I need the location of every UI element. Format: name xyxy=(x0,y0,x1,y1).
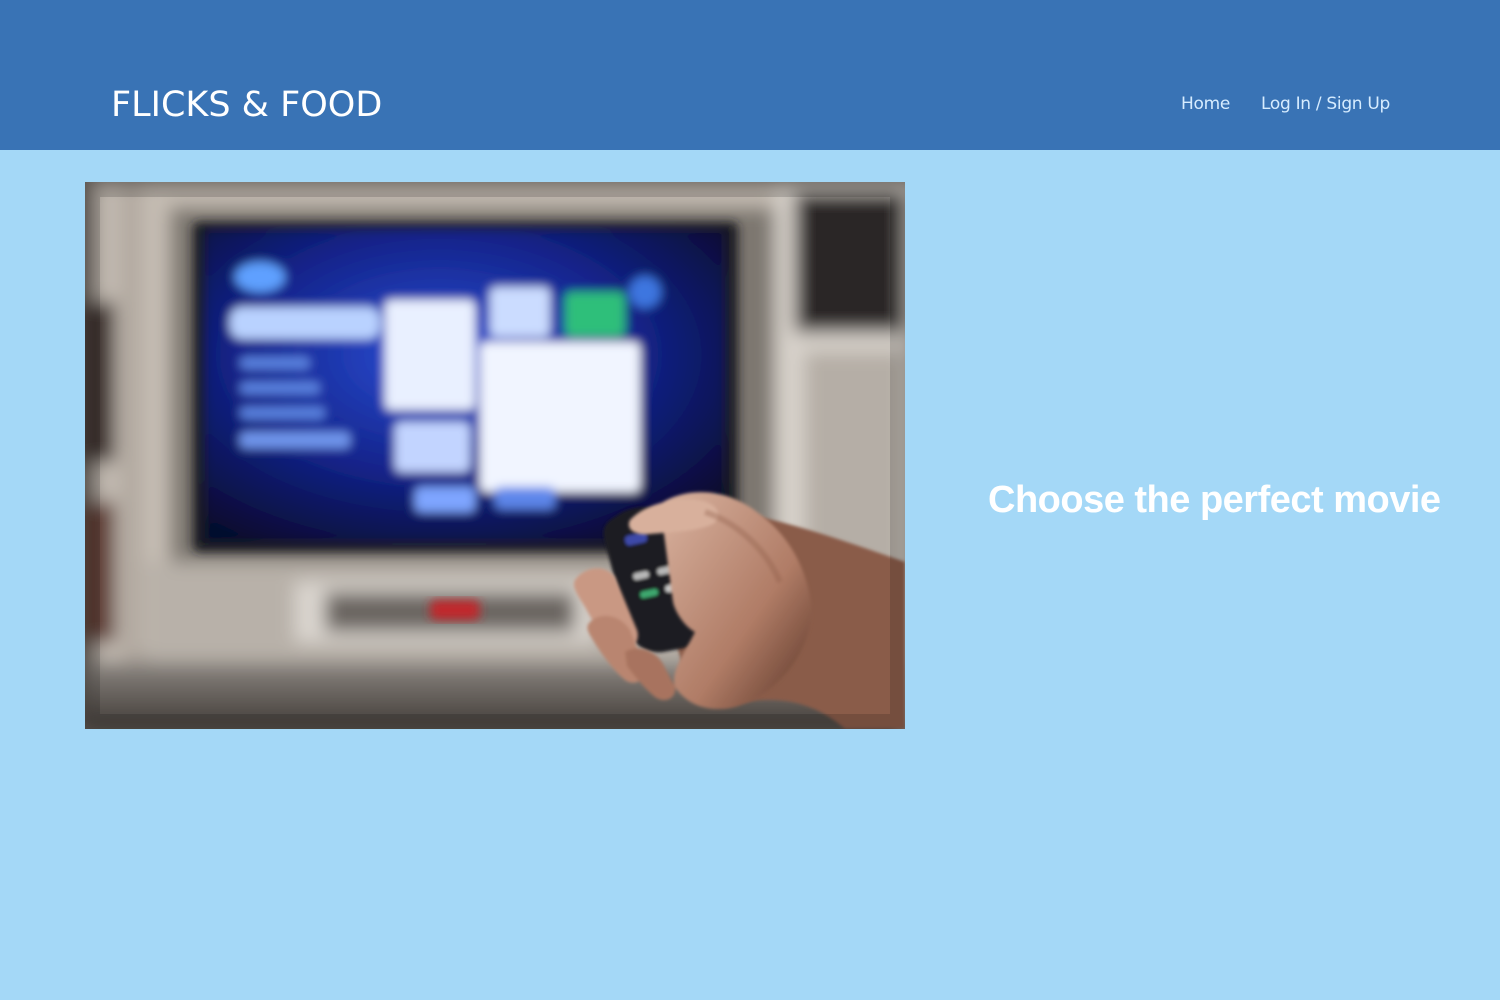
top-navbar: FLICKS & FOOD Home Log In / Sign Up xyxy=(0,0,1500,150)
brand-logo[interactable]: FLICKS & FOOD xyxy=(111,84,382,126)
hero-tagline: Choose the perfect movie xyxy=(988,479,1441,522)
hero-photo xyxy=(85,182,905,729)
nav-login-signup-link[interactable]: Log In / Sign Up xyxy=(1261,92,1390,116)
nav-links: Home Log In / Sign Up xyxy=(1181,92,1390,116)
nav-home-link[interactable]: Home xyxy=(1181,92,1230,116)
